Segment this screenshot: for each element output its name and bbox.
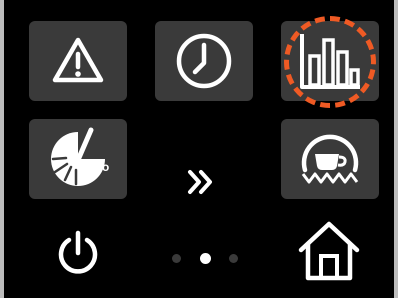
auto-defrost-button[interactable]: AUTO	[29, 119, 127, 199]
page-dot-active[interactable]	[199, 252, 211, 264]
power-icon	[58, 230, 98, 274]
warning-icon	[52, 37, 104, 83]
right-bezel	[394, 0, 398, 298]
auto-defrost-icon: AUTO	[51, 127, 109, 186]
main-menu-screen: AUTO	[0, 0, 398, 298]
page-indicator	[172, 251, 238, 265]
clock-icon	[176, 33, 232, 89]
coffee-cup-icon	[301, 134, 359, 184]
page-dot[interactable]	[172, 253, 181, 263]
page-dot[interactable]	[229, 253, 238, 263]
clock-button[interactable]	[155, 21, 253, 101]
home-button[interactable]	[296, 218, 362, 284]
statistics-button[interactable]	[281, 21, 379, 101]
power-button[interactable]	[54, 228, 102, 276]
coffee-button[interactable]	[281, 119, 379, 199]
next-page-button[interactable]	[181, 162, 221, 202]
bar-chart-icon	[300, 34, 360, 89]
warning-button[interactable]	[29, 21, 127, 101]
home-icon	[298, 221, 360, 281]
auto-label: AUTO	[83, 164, 109, 174]
double-chevron-right-icon	[188, 170, 212, 194]
left-bezel	[0, 0, 4, 298]
